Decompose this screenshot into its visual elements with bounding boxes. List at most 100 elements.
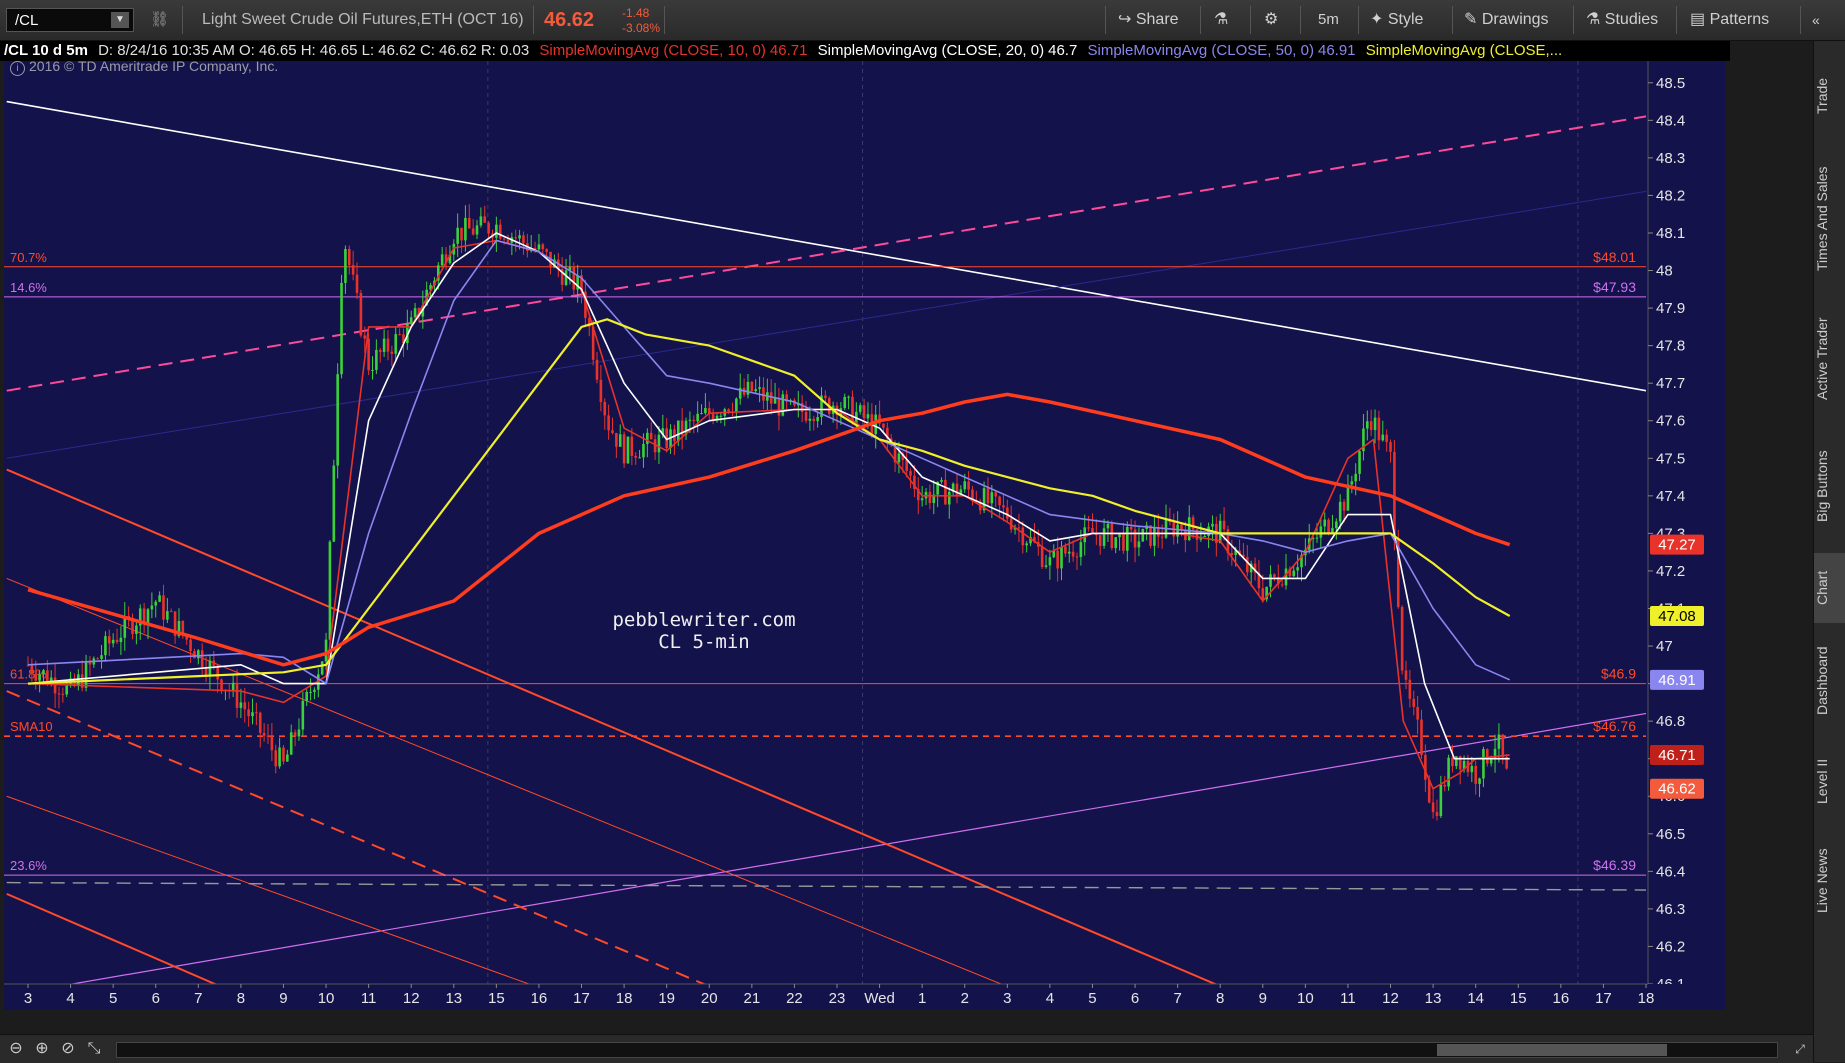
price-chart[interactable]: 70.7% $48.01 14.6% $47.93 61.8% $46.9 SMA10 $46…: [4, 61, 1726, 1010]
candle-body: [615, 433, 618, 447]
x-tick-label: 12: [403, 990, 420, 1007]
link-icon[interactable]: ⛓: [150, 0, 169, 40]
drawings-button[interactable]: ✎ Drawings: [1464, 0, 1549, 40]
flask-icon[interactable]: ⚗: [1214, 0, 1228, 40]
candle-body: [603, 401, 607, 416]
gear-icon[interactable]: ⚙: [1264, 0, 1278, 40]
chevron-down-icon[interactable]: ▼: [111, 12, 129, 28]
tab-trade[interactable]: Trade: [1814, 51, 1845, 141]
x-tick-label: 14: [1467, 990, 1484, 1007]
tab-times-and-sales[interactable]: Times And Sales: [1814, 151, 1845, 286]
x-tick-label: 11: [1340, 990, 1356, 1007]
candle-body: [274, 750, 278, 767]
candle-body: [1369, 421, 1373, 431]
candle-body: [1416, 706, 1419, 720]
y-tick-label: 47.6: [1656, 413, 1685, 430]
candle-body: [498, 224, 502, 239]
candle-body: [479, 216, 483, 226]
tab-dashboard[interactable]: Dashboard: [1814, 631, 1845, 731]
candle-body: [34, 673, 38, 681]
candle-body: [1455, 756, 1458, 767]
y-tick-label: 47.4: [1656, 488, 1685, 505]
sma10-label: SimpleMovingAvg (CLOSE, 10, 0): [539, 42, 766, 59]
expand-icon[interactable]: ⤢: [1790, 1039, 1810, 1059]
candle-body: [630, 436, 634, 456]
time-scrollbar[interactable]: [116, 1042, 1778, 1058]
tab-chart[interactable]: Chart: [1814, 553, 1845, 623]
candle-body: [506, 239, 510, 243]
collapse-icon[interactable]: «: [1812, 0, 1820, 40]
candle-body: [1006, 507, 1009, 519]
divider: [1300, 6, 1301, 34]
candle-body: [398, 334, 401, 336]
fib-level-value: $48.01: [1593, 249, 1636, 265]
fib-level-label: 70.7%: [10, 250, 47, 265]
candle-body: [154, 601, 158, 606]
tab-live-news[interactable]: Live News: [1814, 831, 1845, 931]
divider: [1105, 6, 1106, 34]
timeframe-button[interactable]: 5m: [1318, 0, 1339, 40]
candle-body: [1106, 523, 1110, 529]
chart-plot-area[interactable]: 70.7% $48.01 14.6% $47.93 61.8% $46.9 SMA10 $46…: [4, 58, 1726, 1010]
patterns-button[interactable]: ▤ Patterns: [1690, 0, 1769, 40]
scrollbar-thumb[interactable]: [1437, 1044, 1667, 1056]
info-icon: i: [10, 61, 25, 76]
candle-body: [537, 244, 541, 250]
candle-body: [278, 747, 281, 767]
zoom-fit-icon[interactable]: ⊘: [58, 1039, 78, 1059]
zoom-out-icon[interactable]: ⊖: [6, 1039, 26, 1059]
candle-body: [371, 369, 374, 371]
y-tick-label: 48.3: [1656, 150, 1685, 167]
divider: [664, 6, 665, 34]
candle-body: [1408, 679, 1412, 699]
candle-body: [990, 492, 994, 504]
candle-body: [100, 655, 103, 659]
candle-body: [1342, 501, 1346, 511]
candle-body: [1443, 784, 1447, 787]
candle-body: [947, 491, 951, 505]
candle-body: [382, 338, 386, 352]
divider: [1358, 6, 1359, 34]
candle-body: [135, 625, 138, 634]
studies-button[interactable]: ⚗ Studies: [1586, 0, 1658, 40]
candle-body: [1187, 517, 1191, 541]
last-price-value: 46.62: [544, 9, 595, 31]
price-badge-label: 46.91: [1658, 672, 1696, 689]
instrument-description: Light Sweet Crude Oil Futures,ETH (OCT 1…: [202, 11, 524, 28]
x-tick-label: 17: [1595, 990, 1612, 1007]
candle-body: [1040, 546, 1044, 567]
x-tick-label: 22: [786, 990, 803, 1007]
last-price: 46.62: [544, 0, 594, 40]
symbol-input[interactable]: /CL ▼: [6, 8, 134, 32]
y-tick-label: 47.7: [1656, 375, 1685, 392]
candle-body: [1079, 542, 1083, 557]
candle-body: [1358, 451, 1361, 474]
candle-body: [1354, 473, 1357, 482]
drag-icon[interactable]: ⤡: [84, 1039, 104, 1059]
symbol-text: /CL: [15, 12, 39, 29]
candle-body: [286, 754, 289, 762]
share-button[interactable]: ↪ Share: [1118, 0, 1179, 40]
share-label: Share: [1135, 11, 1179, 28]
candle-body: [1439, 784, 1443, 816]
style-button[interactable]: ✦ Style: [1370, 0, 1423, 40]
x-tick-label: 12: [1382, 990, 1399, 1007]
candle-body: [638, 457, 641, 459]
fib-level-value: $46.39: [1593, 857, 1636, 873]
tab-active-trader[interactable]: Active Trader: [1814, 299, 1845, 419]
candle-body: [514, 237, 518, 239]
tab-level-ii[interactable]: Level II: [1814, 741, 1845, 821]
candle-body: [862, 405, 866, 419]
candle-body: [882, 423, 885, 428]
trendline: [6, 468, 1218, 984]
candle-body: [239, 702, 243, 708]
y-tick-label: 47: [1656, 638, 1673, 655]
zoom-in-icon[interactable]: ⊕: [32, 1039, 52, 1059]
tab-big-buttons[interactable]: Big Buttons: [1814, 431, 1845, 541]
x-tick-label: 2: [961, 990, 969, 1007]
candle-body: [158, 595, 161, 602]
candle-body: [1141, 528, 1145, 542]
candle-body: [646, 432, 649, 444]
candle-body: [313, 689, 316, 692]
candle-body: [649, 432, 653, 440]
